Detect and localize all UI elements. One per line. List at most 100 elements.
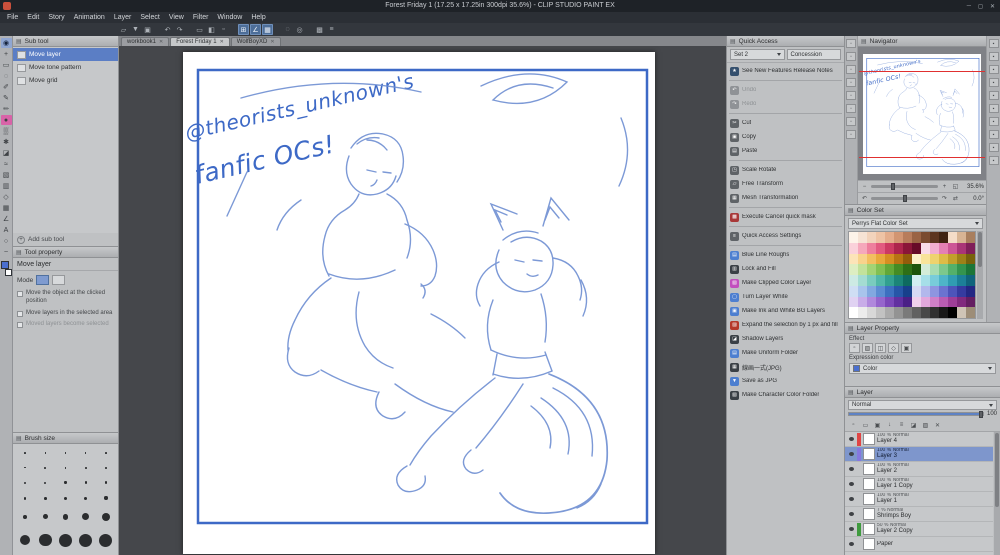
color-swatch[interactable] — [894, 285, 903, 297]
color-swatch[interactable] — [867, 285, 876, 297]
color-swatch[interactable] — [930, 232, 939, 243]
layer-row[interactable]: 100 % Normal Layer 2 — [845, 462, 993, 477]
menu-item[interactable]: File — [3, 12, 22, 23]
color-swatch[interactable] — [858, 242, 867, 254]
color-swatch[interactable] — [948, 307, 957, 318]
color-swatch[interactable] — [885, 232, 894, 243]
color-swatch[interactable] — [903, 296, 912, 308]
color-swatch[interactable] — [858, 285, 867, 297]
color-swatch[interactable] — [849, 296, 858, 308]
zoom-in-icon[interactable]: + — [940, 182, 949, 191]
color-swatch[interactable] — [948, 242, 957, 254]
opacity-slider[interactable] — [848, 411, 984, 418]
color-swatch[interactable] — [921, 285, 930, 297]
zoom-view-icon[interactable]: ◎ — [294, 24, 305, 35]
color-swatch[interactable] — [939, 232, 948, 243]
color-swatch[interactable] — [966, 275, 975, 286]
brush-size-cell[interactable] — [55, 490, 75, 506]
brush-size-cell[interactable] — [76, 490, 96, 506]
color-swatch[interactable] — [912, 242, 921, 254]
document-tab[interactable]: Forest Friday 1 ✕ — [170, 37, 230, 46]
color-swatch[interactable] — [867, 296, 876, 308]
color-swatch[interactable] — [894, 264, 903, 275]
color-swatch[interactable] — [948, 285, 957, 297]
color-swatch[interactable] — [957, 253, 966, 265]
color-swatch[interactable] — [912, 285, 921, 297]
create-mask-icon[interactable]: ◪ — [908, 420, 919, 430]
color-swatch[interactable] — [939, 264, 948, 275]
tool-property-option[interactable]: Moved layers become selected — [13, 319, 118, 331]
color-swatch[interactable] — [894, 232, 903, 243]
color-swatch[interactable] — [966, 232, 975, 243]
color-swatch[interactable] — [885, 275, 894, 286]
layer-visibility-toggle[interactable] — [847, 542, 855, 546]
brush-size-cell[interactable] — [55, 527, 75, 553]
layer-row[interactable]: 7 % Normal Shrimps Boy — [845, 507, 993, 522]
color-swatch[interactable] — [921, 307, 930, 318]
color-swatch[interactable] — [957, 285, 966, 297]
item-bank-tab-icon[interactable]: ▫ — [846, 65, 856, 74]
quick-access-item[interactable]: ▦ 線画一式(JPG) — [727, 360, 844, 374]
color-swatch[interactable] — [885, 242, 894, 254]
color-swatch[interactable] — [894, 275, 903, 286]
layer-visibility-toggle[interactable] — [847, 437, 855, 441]
checkbox-icon[interactable] — [17, 322, 23, 329]
subtool-item[interactable]: Move grid — [13, 74, 118, 87]
rotate-left-icon[interactable]: ↶ — [860, 194, 869, 203]
new-vector-layer-icon[interactable]: ▭ — [860, 420, 871, 430]
color-swatch[interactable] — [966, 264, 975, 275]
color-swatch[interactable] — [858, 307, 867, 318]
color-swatch[interactable] — [858, 232, 867, 243]
color-swatch[interactable] — [957, 296, 966, 308]
color-swatch[interactable] — [858, 264, 867, 275]
sub-view-tab-icon[interactable]: ▫ — [846, 39, 856, 48]
color-swatch[interactable] — [876, 253, 885, 265]
flip-horizontal-icon[interactable]: ⇄ — [951, 194, 960, 203]
color-swatch[interactable] — [930, 296, 939, 308]
brush-size-cell[interactable] — [15, 506, 35, 527]
balloon-tool-icon[interactable]: ○ — [1, 236, 12, 246]
color-swatch[interactable] — [957, 264, 966, 275]
tone-effect-icon[interactable]: ▨ — [862, 343, 873, 353]
color-swatch[interactable] — [894, 307, 903, 318]
move-layer-tool-icon[interactable]: + — [1, 49, 12, 59]
invert-selection-icon[interactable]: ◧ — [206, 24, 217, 35]
color-swatch[interactable] — [921, 275, 930, 286]
color-swatch[interactable] — [948, 253, 957, 265]
color-swatch[interactable] — [957, 275, 966, 286]
brush-size-cell[interactable] — [76, 446, 96, 460]
layer-visibility-toggle[interactable] — [847, 467, 855, 471]
frame-border-tool-icon[interactable]: ▦ — [1, 203, 12, 213]
subtool-item[interactable]: Move layer — [13, 48, 118, 61]
auto-action-tab-icon[interactable]: ▫ — [846, 91, 856, 100]
line-correction-tool-icon[interactable]: ~ — [1, 247, 12, 257]
color-swatch[interactable] — [885, 307, 894, 318]
color-swatch[interactable] — [849, 242, 858, 254]
tab-close-icon[interactable]: ✕ — [270, 39, 274, 45]
pencil-tool-icon[interactable]: ✏ — [1, 104, 12, 114]
main-color-swatch[interactable] — [0, 261, 9, 269]
color-swatch[interactable] — [948, 275, 957, 286]
brush-size-cell[interactable] — [55, 475, 75, 490]
color-history-tab-icon[interactable]: ▪ — [988, 104, 999, 113]
brush-size-cell[interactable] — [15, 527, 35, 553]
extract-line-effect-icon[interactable]: ◇ — [888, 343, 899, 353]
brush-size-cell[interactable] — [96, 527, 116, 553]
color-swatch[interactable] — [903, 253, 912, 265]
color-swatch[interactable] — [867, 264, 876, 275]
history-tab-icon[interactable]: ▫ — [846, 78, 856, 87]
brush-size-cell[interactable] — [96, 490, 116, 506]
eraser-tool-icon[interactable]: ◪ — [1, 148, 12, 158]
color-swatch[interactable] — [939, 242, 948, 254]
brush-size-cell[interactable] — [55, 446, 75, 460]
color-set-scrollbar[interactable] — [977, 231, 983, 319]
quick-access-item[interactable]: ▼ Save as JPG — [727, 374, 844, 388]
color-swatch[interactable] — [930, 264, 939, 275]
paint-tool-icon[interactable]: ● — [0, 115, 12, 125]
quick-access-item[interactable]: ▩ Execute Cancel quick mask — [727, 210, 844, 224]
color-swatch[interactable] — [849, 275, 858, 286]
color-swatch[interactable] — [885, 296, 894, 308]
color-swatch[interactable] — [858, 253, 867, 265]
color-swatch[interactable] — [912, 253, 921, 265]
color-swatch[interactable] — [876, 285, 885, 297]
